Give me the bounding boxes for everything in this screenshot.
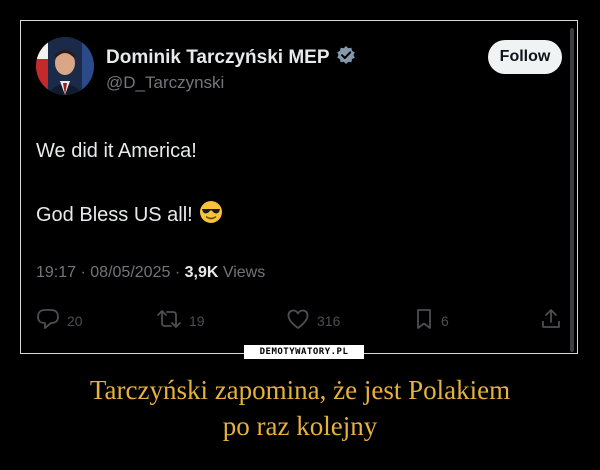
action-bar: 20 19 316 6 — [22, 304, 576, 334]
meta-separator: · — [174, 264, 185, 281]
scrollbar[interactable] — [570, 28, 574, 352]
caption-line-2: po raz kolejny — [222, 411, 378, 441]
repost-button[interactable]: 19 — [156, 308, 205, 333]
avatar[interactable] — [36, 37, 94, 95]
share-icon — [540, 308, 562, 333]
author-row: Dominik Tarczyński MEP — [106, 45, 356, 70]
meta-separator: · — [80, 264, 91, 281]
like-count: 316 — [317, 312, 341, 329]
bookmark-count: 6 — [441, 312, 449, 329]
like-button[interactable]: 316 — [286, 308, 340, 333]
verified-badge-icon — [336, 45, 356, 70]
caption: Tarczyński zapomina, że jest Polakiem po… — [0, 372, 600, 444]
follow-button[interactable]: Follow — [488, 40, 562, 74]
reply-count: 20 — [67, 312, 83, 329]
bookmark-icon — [414, 308, 434, 333]
views-label: Views — [222, 264, 266, 281]
tweet-text-line-1: We did it America! — [36, 140, 197, 162]
share-button[interactable] — [540, 308, 562, 333]
reply-icon — [36, 308, 60, 333]
caption-line-1: Tarczyński zapomina, że jest Polakiem — [89, 375, 511, 405]
repost-icon — [156, 308, 182, 333]
sunglasses-emoji-icon — [199, 200, 223, 230]
tweet-time[interactable]: 19:17 — [36, 264, 76, 281]
author-handle[interactable]: @D_Tarczynski — [106, 73, 224, 93]
tweet-date[interactable]: 08/05/2025 — [90, 264, 170, 281]
reply-button[interactable]: 20 — [36, 308, 83, 333]
bookmark-button[interactable]: 6 — [414, 308, 449, 333]
tweet-card: Dominik Tarczyński MEP @D_Tarczynski Fol… — [22, 22, 576, 352]
repost-count: 19 — [189, 312, 205, 329]
tweet-text-line-2-row: God Bless US all! — [36, 200, 223, 230]
watermark-badge: DEMOTYWATORY.PL — [244, 345, 364, 359]
views-count: 3,9K — [184, 264, 219, 281]
tweet-text-line-2: God Bless US all! — [36, 203, 193, 226]
tweet-meta: 19:17 · 08/05/2025 · 3,9K Views — [36, 264, 265, 282]
like-icon — [286, 308, 310, 333]
author-name[interactable]: Dominik Tarczyński MEP — [106, 47, 330, 69]
